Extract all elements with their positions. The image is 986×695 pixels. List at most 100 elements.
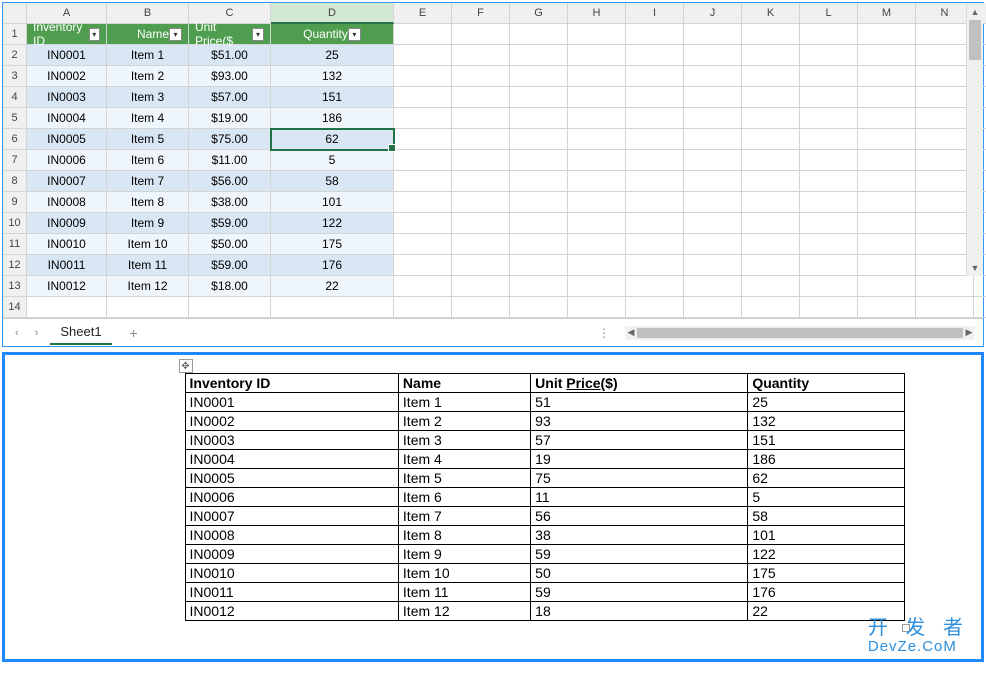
cell-qty[interactable]: 62 <box>748 469 904 488</box>
cell-A12[interactable]: IN0011 <box>27 255 107 276</box>
empty-cell[interactable] <box>568 192 626 213</box>
empty-cell[interactable] <box>107 297 189 318</box>
empty-cell[interactable] <box>568 150 626 171</box>
col-header-B[interactable]: B <box>107 3 189 24</box>
word-th-inventory[interactable]: Inventory ID <box>185 374 398 393</box>
empty-cell[interactable] <box>452 255 510 276</box>
empty-cell[interactable] <box>626 213 684 234</box>
cell-price[interactable]: 50 <box>531 564 748 583</box>
empty-cell[interactable] <box>510 234 568 255</box>
empty-cell[interactable] <box>626 87 684 108</box>
cell-inventory[interactable]: IN0008 <box>185 526 398 545</box>
empty-cell[interactable] <box>568 66 626 87</box>
tab-options-icon[interactable]: ⋮ <box>598 326 611 340</box>
empty-cell[interactable] <box>858 234 916 255</box>
cell-inventory[interactable]: IN0010 <box>185 564 398 583</box>
empty-cell[interactable] <box>974 297 986 318</box>
empty-cell[interactable] <box>742 234 800 255</box>
empty-cell[interactable] <box>858 150 916 171</box>
empty-cell[interactable] <box>800 45 858 66</box>
empty-cell[interactable] <box>800 192 858 213</box>
cell-C2[interactable]: $51.00 <box>189 45 271 66</box>
empty-cell[interactable] <box>626 276 684 297</box>
empty-cell[interactable] <box>742 150 800 171</box>
cell-A2[interactable]: IN0001 <box>27 45 107 66</box>
empty-cell[interactable] <box>684 108 742 129</box>
filter-dropdown-icon[interactable]: ▾ <box>348 28 361 41</box>
empty-cell[interactable] <box>452 297 510 318</box>
empty-cell[interactable] <box>452 213 510 234</box>
empty-cell[interactable] <box>452 24 510 45</box>
cell-price[interactable]: 11 <box>531 488 748 507</box>
cell-qty[interactable]: 176 <box>748 583 904 602</box>
empty-cell[interactable] <box>394 129 452 150</box>
cell-name[interactable]: Item 2 <box>398 412 530 431</box>
empty-cell[interactable] <box>800 150 858 171</box>
empty-cell[interactable] <box>568 87 626 108</box>
empty-cell[interactable] <box>626 234 684 255</box>
empty-cell[interactable] <box>568 255 626 276</box>
row-header-9[interactable]: 9 <box>3 192 27 213</box>
empty-cell[interactable] <box>684 213 742 234</box>
row-header-2[interactable]: 2 <box>3 45 27 66</box>
empty-cell[interactable] <box>684 45 742 66</box>
word-table[interactable]: Inventory IDNameUnit Price($)Quantity IN… <box>185 373 905 621</box>
vertical-scrollbar[interactable]: ▲ ▼ <box>966 3 983 276</box>
empty-cell[interactable] <box>510 192 568 213</box>
cell-A4[interactable]: IN0003 <box>27 87 107 108</box>
empty-cell[interactable] <box>626 150 684 171</box>
horizontal-scrollbar[interactable]: ◀ ▶ <box>625 326 975 340</box>
table-row[interactable]: IN0001 Item 1 51 25 <box>185 393 904 412</box>
filter-dropdown-icon[interactable]: ▾ <box>169 28 182 41</box>
row-header-12[interactable]: 12 <box>3 255 27 276</box>
row-header-13[interactable]: 13 <box>3 276 27 297</box>
empty-cell[interactable] <box>452 129 510 150</box>
cell-price[interactable]: 56 <box>531 507 748 526</box>
empty-cell[interactable] <box>742 255 800 276</box>
table-row[interactable]: IN0004 Item 4 19 186 <box>185 450 904 469</box>
empty-cell[interactable] <box>858 45 916 66</box>
empty-cell[interactable] <box>394 213 452 234</box>
empty-cell[interactable] <box>452 45 510 66</box>
empty-cell[interactable] <box>568 276 626 297</box>
col-header-H[interactable]: H <box>568 3 626 24</box>
tab-nav-prev[interactable]: ‹ <box>11 323 23 343</box>
cell-D2[interactable]: 25 <box>271 45 394 66</box>
cell-B6[interactable]: Item 5 <box>107 129 189 150</box>
row-header-11[interactable]: 11 <box>3 234 27 255</box>
cell-qty[interactable]: 122 <box>748 545 904 564</box>
col-header-G[interactable]: G <box>510 3 568 24</box>
empty-cell[interactable] <box>684 297 742 318</box>
empty-cell[interactable] <box>394 192 452 213</box>
empty-cell[interactable] <box>394 108 452 129</box>
table-row[interactable]: IN0011 Item 11 59 176 <box>185 583 904 602</box>
row-header-4[interactable]: 4 <box>3 87 27 108</box>
empty-cell[interactable] <box>452 234 510 255</box>
cell-A13[interactable]: IN0012 <box>27 276 107 297</box>
cell-price[interactable]: 51 <box>531 393 748 412</box>
empty-cell[interactable] <box>974 276 986 297</box>
cell-inventory[interactable]: IN0001 <box>185 393 398 412</box>
table-row[interactable]: IN0003 Item 3 57 151 <box>185 431 904 450</box>
empty-cell[interactable] <box>916 297 974 318</box>
empty-cell[interactable] <box>510 255 568 276</box>
col-header-J[interactable]: J <box>684 3 742 24</box>
col-header-K[interactable]: K <box>742 3 800 24</box>
empty-cell[interactable] <box>510 129 568 150</box>
empty-cell[interactable] <box>684 255 742 276</box>
word-th-name[interactable]: Name <box>398 374 530 393</box>
empty-cell[interactable] <box>510 24 568 45</box>
cell-qty[interactable]: 186 <box>748 450 904 469</box>
empty-cell[interactable] <box>189 297 271 318</box>
empty-cell[interactable] <box>684 234 742 255</box>
cell-B8[interactable]: Item 7 <box>107 171 189 192</box>
empty-cell[interactable] <box>742 129 800 150</box>
empty-cell[interactable] <box>800 255 858 276</box>
empty-cell[interactable] <box>742 171 800 192</box>
empty-cell[interactable] <box>510 150 568 171</box>
empty-cell[interactable] <box>626 255 684 276</box>
cell-D4[interactable]: 151 <box>271 87 394 108</box>
cell-A8[interactable]: IN0007 <box>27 171 107 192</box>
cell-price[interactable]: 59 <box>531 545 748 564</box>
empty-cell[interactable] <box>858 129 916 150</box>
